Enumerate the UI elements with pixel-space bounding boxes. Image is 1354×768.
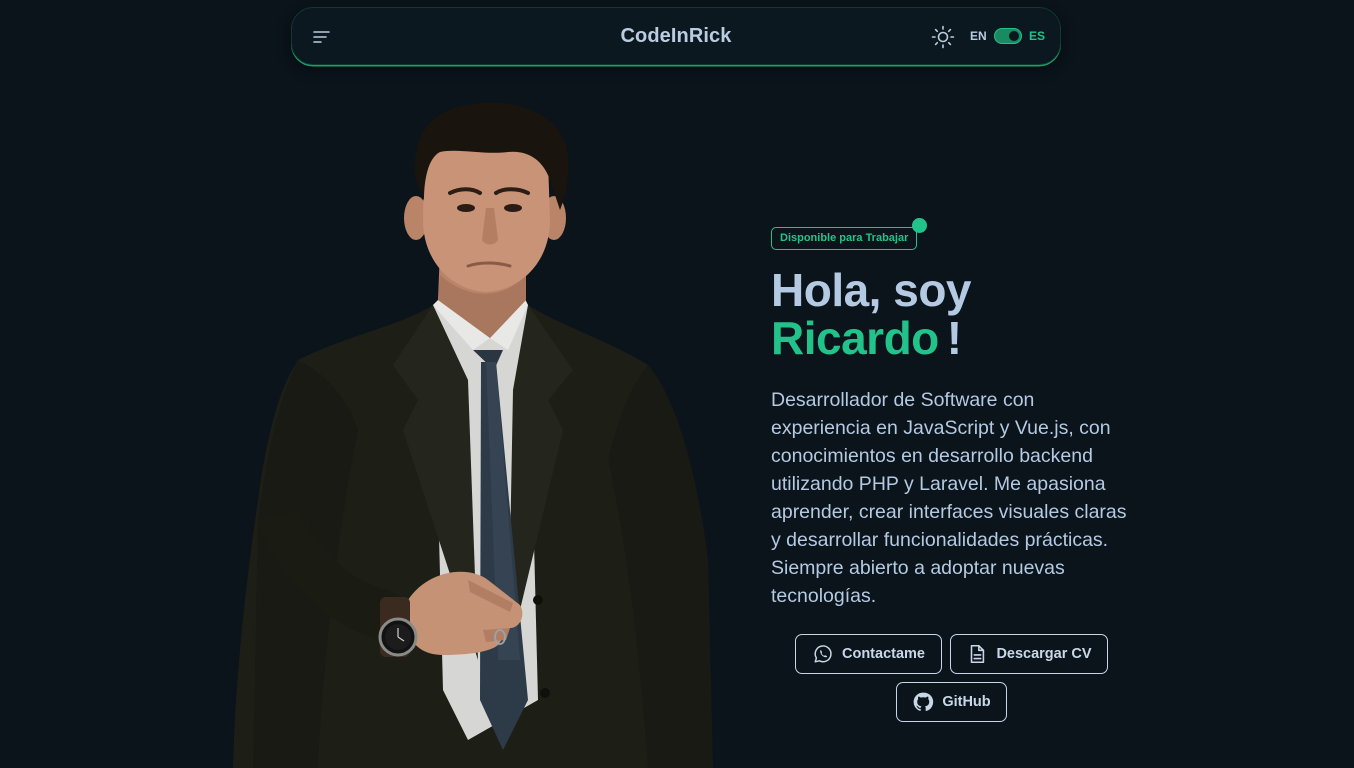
contact-button-label: Contactame	[842, 646, 925, 662]
github-icon	[913, 692, 934, 712]
hero-greeting: Hola, soy	[771, 264, 972, 316]
lang-es-label[interactable]: ES	[1029, 29, 1045, 43]
download-cv-button[interactable]: Descargar CV	[950, 634, 1108, 674]
profile-photo	[228, 100, 718, 768]
toggle-knob	[1009, 31, 1019, 41]
navbar: CodeInRick EN ES	[291, 7, 1061, 65]
hero-name-line: Ricardo!	[771, 314, 962, 362]
document-icon	[971, 644, 985, 664]
github-button[interactable]: GitHub	[896, 682, 1007, 722]
hero-name: Ricardo	[771, 312, 939, 364]
sun-icon[interactable]	[931, 25, 955, 49]
hero-exclamation: !	[946, 312, 962, 364]
whatsapp-icon	[814, 645, 832, 663]
hero-description: Desarrollador de Software con experienci…	[771, 389, 1127, 607]
lang-en-label[interactable]: EN	[970, 29, 987, 43]
contact-button[interactable]: Contactame	[795, 634, 942, 674]
download-cv-label: Descargar CV	[996, 646, 1092, 662]
github-button-label: GitHub	[942, 694, 991, 710]
language-toggle[interactable]	[994, 28, 1022, 44]
availability-badge: Disponible para Trabajar	[771, 227, 918, 250]
status-indicator-dot	[912, 218, 927, 233]
